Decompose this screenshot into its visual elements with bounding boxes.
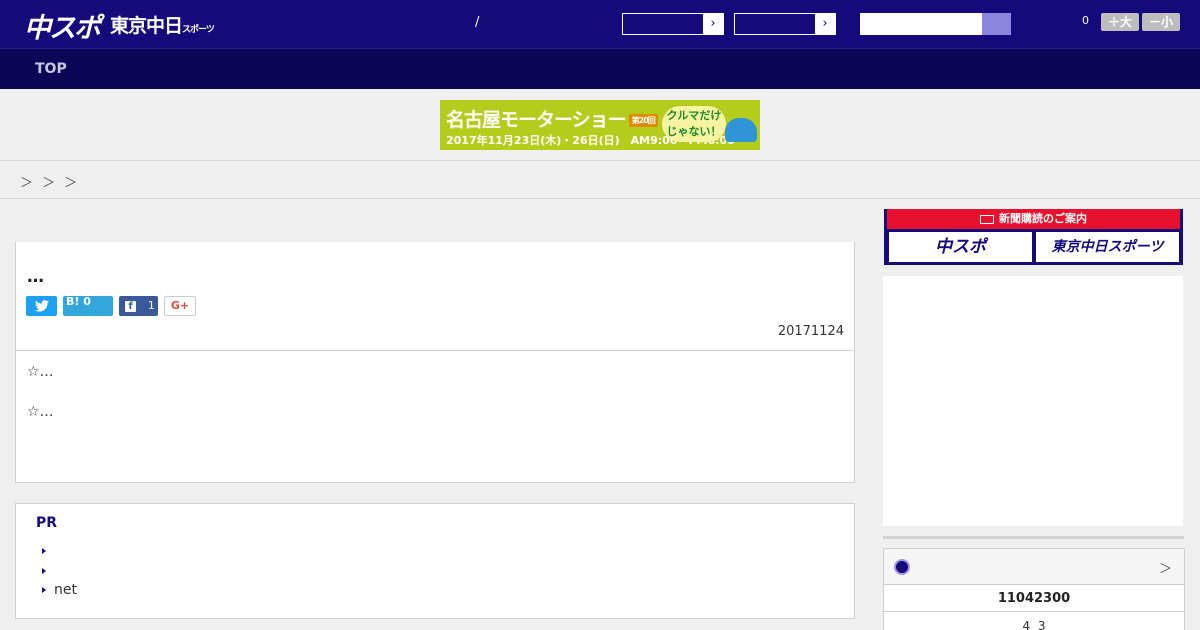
tokyo-chunichi-logo[interactable]: 東京中日スポーツ — [110, 11, 215, 38]
hatena-label: B! — [66, 295, 80, 308]
pr-box: PR net — [15, 503, 855, 619]
score-date: 11042300 — [997, 591, 1071, 606]
counter: 0 — [1082, 14, 1089, 27]
category-select-2[interactable]: › — [734, 13, 836, 35]
nav-item-top[interactable]: TOP — [35, 61, 67, 77]
motor-show-banner[interactable]: 名古屋モーターショー 第20回 2017年11月23日(木)・26日(日) AM9… — [440, 100, 760, 150]
score-header: ＞ — [884, 549, 1184, 585]
search-box — [860, 13, 1011, 35]
facebook-count: 1 — [147, 299, 155, 312]
subscription-header-text: 新聞購読のご案内 — [999, 212, 1087, 225]
breadcrumb[interactable]: ＞ ＞ ＞ — [20, 172, 77, 191]
subscription-header: 新聞購読のご案内 — [887, 209, 1180, 229]
subscribe-tokyo-chunichi-button[interactable]: 東京中日スポーツ — [1036, 232, 1179, 262]
facebook-share-button[interactable]: f 1 — [119, 296, 158, 316]
subscription-box: 新聞購読のご案内 中スポ 東京中日スポーツ — [884, 209, 1183, 265]
baseball-icon — [894, 559, 910, 575]
score-widget: ＞ 11042300 4 3 — [883, 548, 1185, 630]
twitter-icon — [34, 300, 49, 312]
article-title: … — [27, 267, 44, 287]
chevron-right-icon: › — [815, 14, 835, 34]
font-larger-button[interactable]: ＋大 — [1101, 13, 1139, 31]
banner-edition: 第20回 — [628, 114, 658, 127]
chuspo-logo[interactable]: 中スポ — [24, 6, 101, 45]
logo-sub-text: 東京中日 — [110, 15, 183, 37]
banner-title-text: 名古屋モーターショー — [446, 109, 627, 131]
logo-sub-small: スポーツ — [182, 25, 215, 35]
car-icon — [725, 118, 757, 142]
subscribe-chuspo-button[interactable]: 中スポ — [889, 232, 1032, 262]
facebook-icon: f — [125, 300, 136, 312]
hatena-bookmark-button[interactable]: B! 0 — [63, 295, 113, 316]
search-input[interactable] — [860, 13, 982, 35]
score-result[interactable]: 4 3 — [884, 619, 1184, 630]
ad-slot[interactable] — [883, 276, 1183, 526]
article-paragraph: ☆… — [27, 404, 54, 420]
site-header: 中スポ 東京中日スポーツ / › › 0 ＋大 －小 — [0, 0, 1200, 48]
search-button[interactable] — [982, 13, 1011, 35]
header-separator: / — [475, 15, 480, 30]
newspaper-icon — [980, 214, 994, 224]
score-divider — [884, 611, 1184, 612]
twitter-share-button[interactable] — [26, 296, 57, 316]
article: … B! 0 f 1 G+ 20171124 ☆… ☆… — [15, 242, 855, 483]
font-smaller-button[interactable]: －小 — [1142, 13, 1180, 31]
chevron-right-icon: › — [703, 14, 723, 34]
breadcrumb-bar: ＞ ＞ ＞ — [0, 160, 1200, 199]
sidebar-divider — [883, 536, 1184, 539]
pr-link[interactable]: net — [41, 582, 77, 598]
banner-tagline: クルマだけじゃない！ — [662, 106, 726, 142]
article-divider — [16, 350, 854, 351]
pr-heading: PR — [36, 515, 58, 531]
category-select-1[interactable]: › — [622, 13, 724, 35]
score-more-link[interactable]: ＞ — [1159, 558, 1172, 577]
google-plus-share-button[interactable]: G+ — [164, 296, 196, 316]
banner-title: 名古屋モーターショー 第20回 — [446, 105, 658, 132]
hatena-count: 0 — [83, 295, 91, 308]
global-nav: TOP — [0, 48, 1200, 89]
article-date: 20171124 — [777, 324, 844, 339]
article-paragraph: ☆… — [27, 364, 54, 380]
